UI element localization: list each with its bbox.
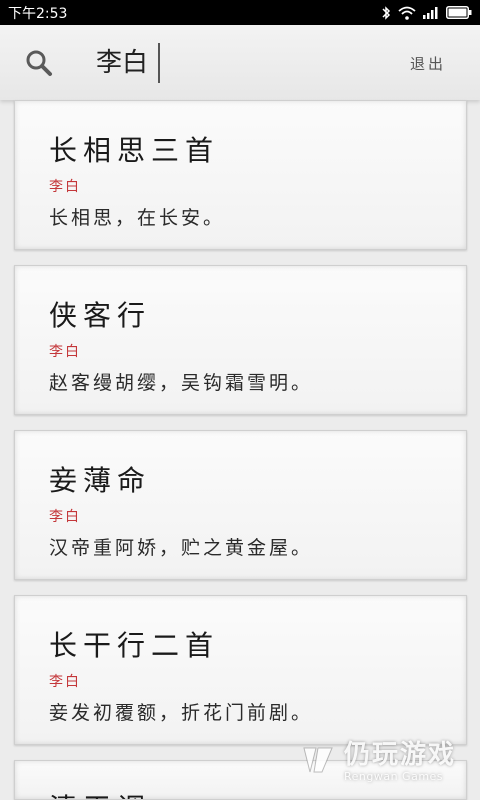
status-bar: 下午2:53: [0, 0, 480, 25]
watermark-chinese: 仍玩游戏: [343, 740, 456, 770]
poem-title: 侠客行: [49, 299, 152, 332]
poem-first-line: 妾发初覆额，折花门前剧。: [49, 702, 314, 724]
wifi-icon: [398, 6, 416, 20]
text-cursor: [158, 43, 160, 83]
poem-title: 妾薄命: [49, 464, 152, 497]
watermark-english: Rengwan Games: [343, 770, 444, 783]
watermark-logo-icon: [300, 742, 336, 782]
bluetooth-icon: [381, 5, 391, 20]
logout-button[interactable]: 退出: [410, 53, 446, 74]
status-time: 下午2:53: [8, 5, 68, 22]
search-input[interactable]: 李白: [96, 45, 148, 81]
search-icon[interactable]: [25, 49, 53, 77]
poem-author: 李白: [49, 509, 81, 525]
poem-first-line: 汉帝重阿娇，贮之黄金屋。: [49, 537, 314, 559]
poem-title: 清平调: [49, 787, 151, 799]
poem-card[interactable]: 侠客行 李白 赵客缦胡缨，吴钩霜雪明。: [14, 265, 467, 415]
poem-card[interactable]: 长相思三首 李白 长相思，在长安。: [14, 100, 467, 250]
battery-icon: [446, 6, 472, 19]
poem-author: 李白: [49, 344, 81, 360]
poem-first-line: 赵客缦胡缨，吴钩霜雪明。: [49, 372, 314, 394]
poem-title: 长干行二首: [49, 629, 220, 662]
watermark: 仍玩游戏 Rengwan Games: [300, 742, 456, 782]
poem-author: 李白: [49, 674, 81, 690]
poem-card[interactable]: 妾薄命 李白 汉帝重阿娇，贮之黄金屋。: [14, 430, 467, 580]
signal-icon: [423, 6, 439, 19]
poem-author: 李白: [49, 179, 81, 195]
poem-title: 长相思三首: [49, 134, 220, 167]
poem-first-line: 长相思，在长安。: [49, 207, 226, 229]
status-icons: [381, 5, 472, 20]
search-bar: 李白 退出: [0, 25, 480, 100]
poem-card[interactable]: 长干行二首 李白 妾发初覆额，折花门前剧。: [14, 595, 467, 745]
